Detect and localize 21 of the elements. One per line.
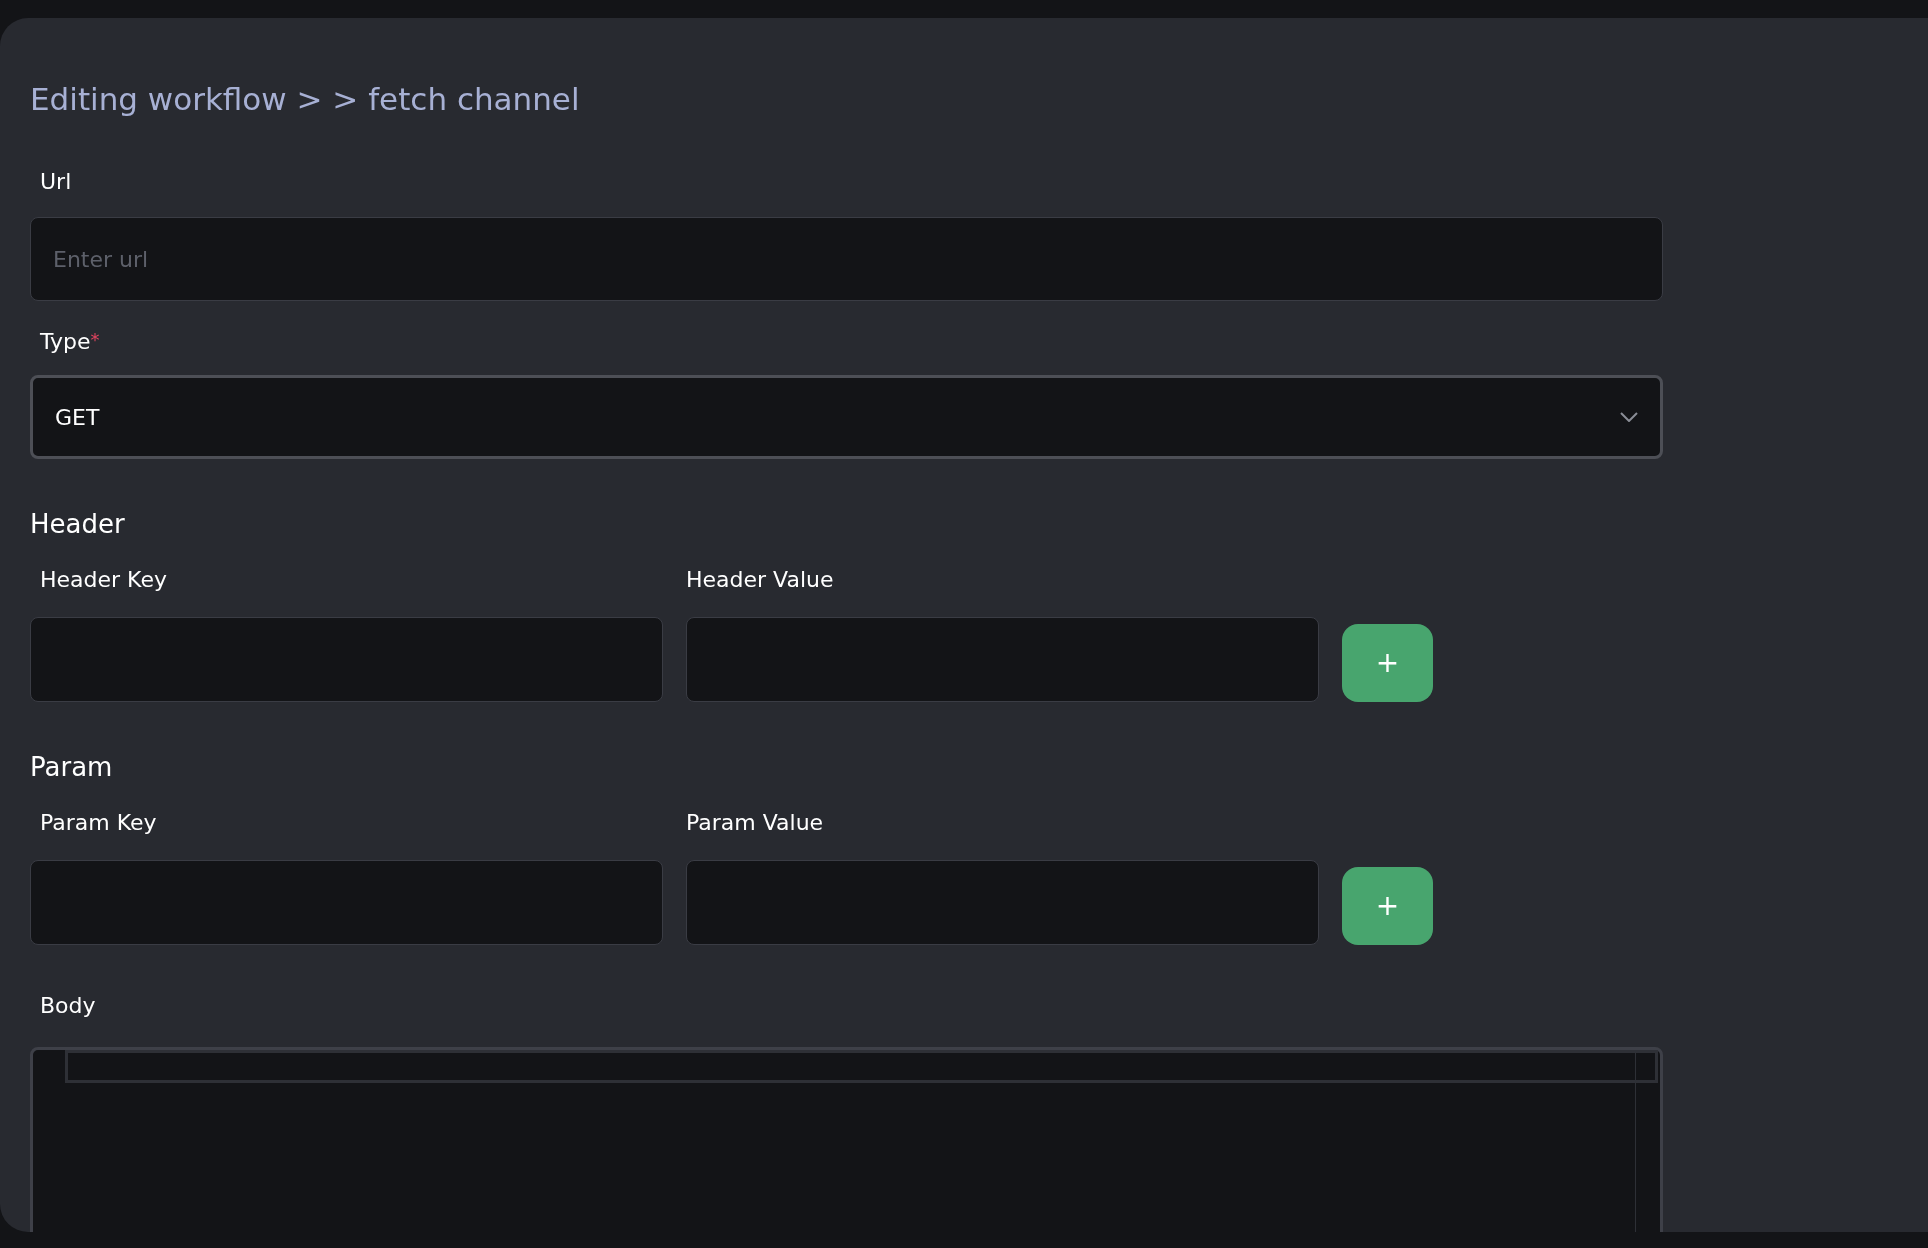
section-heading: Param: [30, 754, 113, 780]
field-label: Header Key: [40, 569, 168, 591]
code-editor-field[interactable]: [30, 1047, 1663, 1232]
url-input-field[interactable]: Enter url: [30, 217, 1663, 301]
add-button[interactable]: +: [1342, 867, 1433, 945]
field-label: Type: [40, 331, 91, 353]
chevron-down-icon: [1620, 412, 1638, 422]
field-label: Param Key: [40, 812, 158, 834]
add-button[interactable]: +: [1342, 624, 1433, 702]
value-input-field[interactable]: [686, 860, 1319, 945]
required-asterisk: *: [90, 331, 100, 349]
field-label: Param Value: [686, 812, 824, 834]
field-label: Body: [40, 995, 96, 1017]
value-input-field[interactable]: [686, 617, 1319, 702]
field-label: Header Value: [686, 569, 834, 591]
key-input-field[interactable]: [30, 860, 663, 945]
key-input-field[interactable]: [30, 617, 663, 702]
section-heading: Header: [30, 511, 125, 537]
field-label: Url: [40, 171, 72, 193]
type-select[interactable]: GET: [30, 375, 1663, 459]
breadcrumb-title: Editing workflow > > fetch channel: [30, 84, 580, 115]
